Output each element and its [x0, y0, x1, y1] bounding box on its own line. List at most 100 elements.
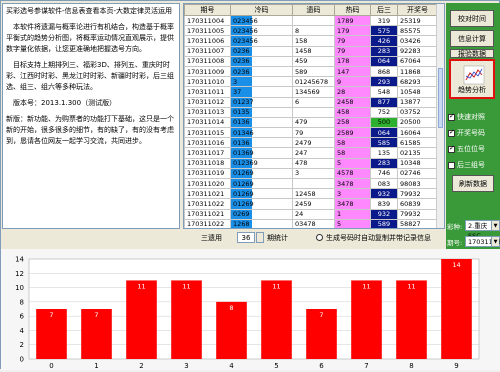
cell-issue: 170311006	[184, 35, 231, 47]
table-row[interactable]: 170311006 023456 158 79 426 03426	[184, 35, 438, 47]
cell-issue: 170311016	[184, 137, 231, 149]
cell-after3: 839	[370, 198, 398, 210]
cell-issue: 170311009	[184, 65, 231, 78]
cell-cold: 0135	[230, 106, 293, 118]
table-row[interactable]: 170311011 37 134569 28 548 10548	[184, 86, 438, 98]
check-time-button[interactable]: 校对时间	[450, 10, 494, 27]
table-row[interactable]: 170311013 0135 458 752 03752	[184, 106, 438, 118]
table-row[interactable]: 170311009 0236 589 147 868 11868	[184, 65, 438, 78]
trend-analysis-button[interactable]: 趋势分析	[449, 59, 495, 99]
table-row[interactable]: 170311021 0269 24 1 932 79932	[184, 208, 438, 220]
cell-hot: 178	[334, 55, 371, 67]
period-spinner[interactable]	[256, 232, 264, 243]
cell-issue: 170311015	[184, 127, 231, 139]
table-row[interactable]: 170311018 012369 478 5 283 10348	[184, 157, 438, 169]
info-text-panel[interactable]: 买彩选号参谋软件-信息表查看本页-大数定律灵活运用 本软件将遗漏与概率论进行有机…	[2, 3, 180, 229]
bar-value-label: 11	[137, 282, 145, 290]
table-row[interactable]: 170311014 0136 479 258 500 20500	[184, 116, 438, 129]
cell-draw: 11868	[397, 65, 438, 78]
cell-draw: 60839	[397, 198, 438, 210]
table-row[interactable]: 170311020 01269 3478 083 98083	[184, 177, 438, 190]
cell-miss	[292, 177, 335, 190]
info-paragraph: 新版：新功能、为购票者的功能打下基础，这只是一个新的开始，很多很多的细节，有的缺…	[6, 115, 174, 145]
cell-after3: 500	[370, 116, 398, 129]
cell-after3: 548	[370, 86, 398, 98]
cell-issue: 170311011	[184, 86, 231, 98]
table-row[interactable]: 170311016 0136 2479 58 585 61585	[184, 137, 438, 149]
trend-analysis-label: 趋势分析	[458, 86, 486, 94]
chart-bar	[126, 280, 157, 359]
cell-issue: 170311007	[184, 45, 231, 57]
cell-after3: 293	[370, 76, 398, 88]
refresh-data-button[interactable]: 刷新数据	[452, 175, 494, 192]
checkbox-box[interactable]	[448, 161, 455, 169]
issue-select[interactable]: 170311023 ▼	[465, 236, 500, 247]
cell-draw: 25319	[397, 14, 438, 27]
cell-issue: 170311014	[184, 116, 231, 129]
checkbox-box[interactable]	[448, 112, 455, 121]
checkbox-box[interactable]	[448, 144, 455, 153]
after3-group-checkbox[interactable]: 后三组号	[448, 160, 485, 170]
cell-hot: 28	[334, 86, 371, 98]
frequency-chart: 0 2 4 6 8 10 12 14 7 0 7 1 11 2 11 3 8 4 11 5 7 6 11 7 11 8 14 9	[1, 249, 500, 370]
col-header-draw[interactable]: 开奖号	[397, 4, 438, 16]
cell-miss: 3	[292, 167, 335, 180]
bar-value-label: 11	[362, 282, 370, 290]
checkbox-box[interactable]	[448, 128, 455, 137]
chevron-down-icon[interactable]: ▼	[491, 221, 499, 230]
col-header-miss[interactable]: 遗码	[292, 4, 335, 16]
table-row[interactable]: 170311010 3 01245678 9 293 68293	[184, 76, 438, 88]
cell-after3: 319	[370, 14, 398, 27]
table-row[interactable]: 170311005 023456 8 179 575 85575	[184, 25, 438, 37]
cell-cold: 1268	[230, 218, 293, 228]
cell-cold: 37	[230, 86, 293, 98]
data-grid[interactable]: 期号 冷码 遗码 热码 后三 开奖号 170311004 023456 1789 31…	[183, 3, 445, 229]
grid-scrollbar[interactable]	[436, 4, 444, 228]
y-tick-label: 2	[20, 341, 24, 349]
table-row[interactable]: 170311008 0236 459 178 064 67064	[184, 55, 438, 67]
cell-cold: 0136	[230, 137, 293, 149]
table-row[interactable]: 170311022 01269 2459 3478 839 60839	[184, 198, 438, 210]
table-row[interactable]: 170311007 0236 1458 79 283 92283	[184, 45, 438, 57]
col-header-issue[interactable]: 期号	[184, 4, 231, 16]
table-row[interactable]: 170311015 01346 79 2589 064 16064	[184, 127, 438, 139]
cell-draw: 67064	[397, 55, 438, 67]
cell-issue: 170311005	[184, 25, 231, 37]
table-row[interactable]: 170311017 01369 247 58 135 02135	[184, 147, 438, 159]
table-row[interactable]: 170311021 01269 12458 3 932 79932	[184, 188, 438, 200]
calc-button[interactable]: 信息计算	[450, 30, 494, 47]
cell-cold: 0136	[230, 116, 293, 129]
col-header-hot[interactable]: 热码	[334, 4, 371, 16]
chart-bar	[441, 259, 472, 359]
auto-copy-radio[interactable]	[316, 234, 323, 241]
lottery-select[interactable]: 2.重庆SSC ▼	[465, 220, 500, 240]
table-row[interactable]: 170311022 1268 03478 5 589 58827	[184, 218, 438, 228]
lottery-label: 彩种:	[447, 223, 463, 231]
cell-miss: 479	[292, 116, 335, 129]
col-header-after3[interactable]: 后三	[370, 4, 398, 16]
table-row[interactable]: 170311004 023456 1789 319 25319	[184, 14, 438, 27]
cell-hot: 58	[334, 147, 371, 159]
scrollbar-thumb[interactable]	[438, 68, 443, 128]
draw-number-checkbox[interactable]: 开奖号码	[448, 128, 485, 138]
cell-cold: 01269	[230, 177, 293, 190]
checkbox-label: 开奖号码	[457, 129, 485, 137]
chevron-down-icon[interactable]: ▼	[491, 237, 499, 246]
period-input[interactable]: 36	[237, 232, 255, 243]
stats-bar: 三遗用 36 期统计 生成号码时自动复制并带记录信息	[1, 229, 446, 249]
col-header-cold[interactable]: 冷码	[230, 4, 293, 16]
cell-issue: 170311018	[184, 157, 231, 169]
y-tick-label: 14	[15, 256, 24, 264]
refresh-info-button[interactable]: 报验数据	[450, 49, 494, 58]
table-row[interactable]: 170311012 01237 6 2458 877 13877	[184, 96, 438, 108]
cell-miss: 8	[292, 25, 335, 37]
cell-miss: 478	[292, 157, 335, 169]
cell-draw: 58827	[397, 218, 438, 228]
cell-miss: 1458	[292, 45, 335, 57]
cell-after3: 064	[370, 55, 398, 67]
bar-value-label: 7	[319, 311, 323, 319]
fast-compare-checkbox[interactable]: 快速对照	[448, 112, 485, 122]
table-row[interactable]: 170311019 01269 3 4578 746 02746	[184, 167, 438, 180]
cell-after3: 083	[370, 177, 398, 190]
five-digit-checkbox[interactable]: 五位位号	[448, 144, 485, 154]
